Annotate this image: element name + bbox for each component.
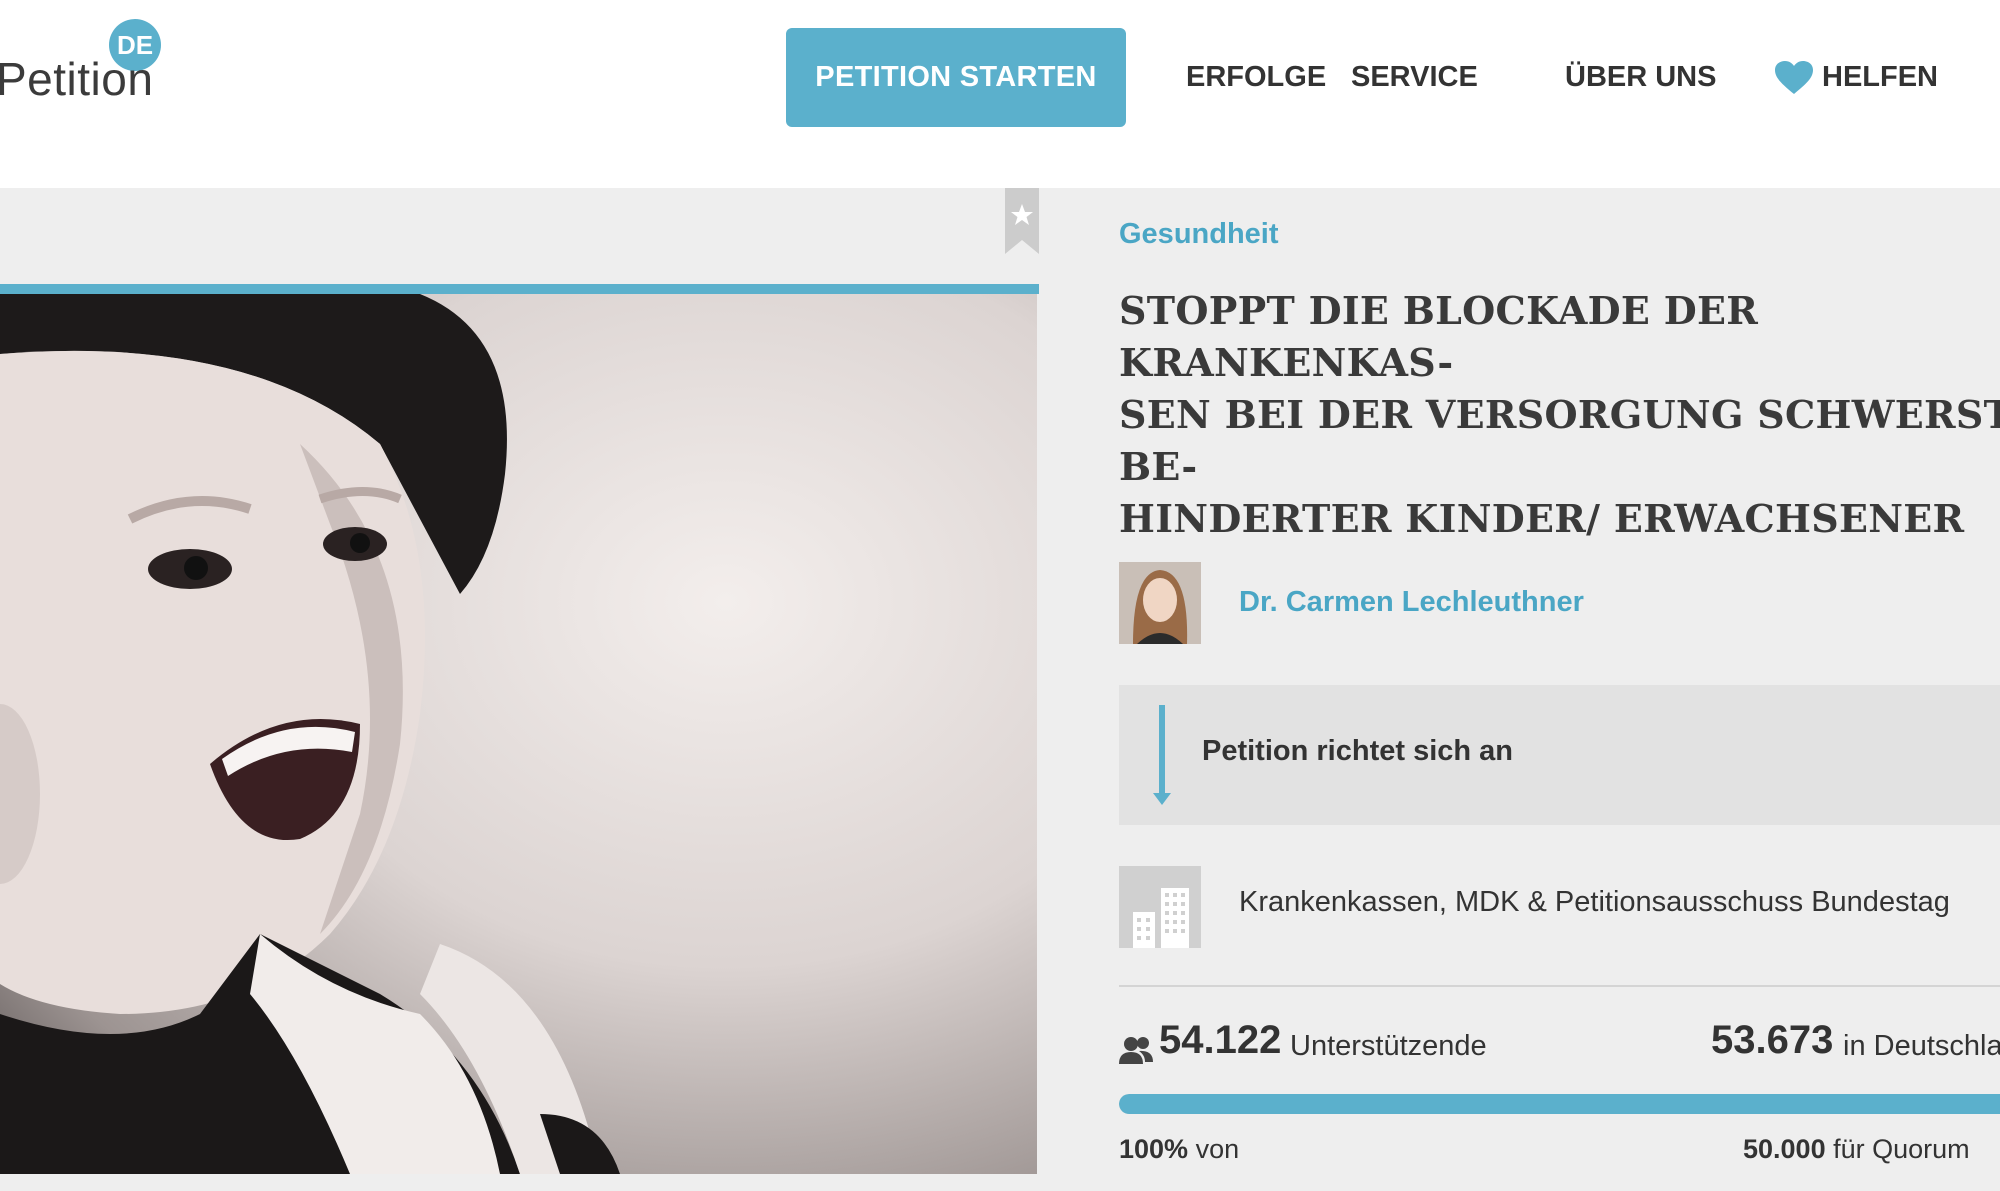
arrow-down-icon [1153, 705, 1171, 805]
petition-photo [0, 294, 1037, 1174]
author-name-link[interactable]: Dr. Carmen Lechleuthner [1239, 586, 1584, 619]
petition-main: Gesundheit STOPPT DIE BLOCKADE DER KRANK… [0, 188, 2000, 1191]
quorum-info: 50.000 für Quorum [1743, 1134, 1970, 1165]
start-petition-button[interactable]: PETITION STARTEN [786, 28, 1126, 127]
people-icon [1119, 1037, 1153, 1064]
heart-icon [1775, 61, 1813, 95]
nav-erfolge[interactable]: ERFOLGE [1186, 28, 1326, 127]
petition-title: STOPPT DIE BLOCKADE DER KRANKENKAS- SEN … [1119, 285, 2000, 545]
quorum-label: für Quorum [1833, 1134, 1970, 1164]
title-line: STOPPT DIE BLOCKADE DER KRANKENKAS- [1119, 288, 1759, 385]
author-photo [1119, 562, 1201, 644]
author-avatar[interactable] [1119, 562, 1201, 644]
progress-of-label: von [1195, 1134, 1240, 1164]
nav-helfen-label: HELFEN [1822, 61, 1938, 93]
recipient-text: Krankenkassen, MDK & Petitionsausschuss … [1239, 886, 1950, 918]
building-icon [1119, 866, 1201, 948]
progress-percent: 100% von [1119, 1134, 1239, 1165]
germany-label: in Deutschland [1843, 1030, 2000, 1062]
germany-count: 53.673 [1711, 1018, 1834, 1062]
category-link[interactable]: Gesundheit [1119, 218, 1279, 251]
site-header: DE Petition PETITION STARTEN ERFOLGE SER… [0, 0, 2000, 188]
progress-fill [1119, 1094, 2000, 1114]
supporter-count: 54.122 [1159, 1018, 1282, 1062]
logo-wordmark: Petition [0, 53, 154, 105]
title-line: SEN BEI DER VERSORGUNG SCHWERST BE- [1119, 392, 2000, 489]
star-bookmark-icon[interactable] [1005, 188, 1039, 254]
quorum-count: 50.000 [1743, 1134, 1826, 1164]
nav-ueber-uns[interactable]: ÜBER UNS [1565, 28, 1716, 127]
progress-percent-value: 100% [1119, 1134, 1189, 1164]
photo-accent-bar [0, 284, 1039, 294]
supporter-stats: 54.122 Unterstützende 53.673 in Deutschl… [1119, 1018, 2000, 1078]
title-line: HINDERTER KINDER/ ERWACHSENER [1119, 496, 1965, 541]
nav-service[interactable]: SERVICE [1351, 28, 1478, 127]
petition-target-box: Petition richtet sich an [1119, 685, 2000, 825]
progress-bar [1119, 1094, 2000, 1114]
target-heading: Petition richtet sich an [1202, 735, 1513, 767]
petition-details: Gesundheit STOPPT DIE BLOCKADE DER KRANK… [1119, 188, 2000, 1191]
nav-helfen[interactable]: HELFEN [1774, 28, 1938, 127]
supporter-label: Unterstützende [1290, 1030, 1487, 1062]
divider [1119, 985, 2000, 987]
site-logo[interactable]: DE Petition [0, 10, 170, 110]
